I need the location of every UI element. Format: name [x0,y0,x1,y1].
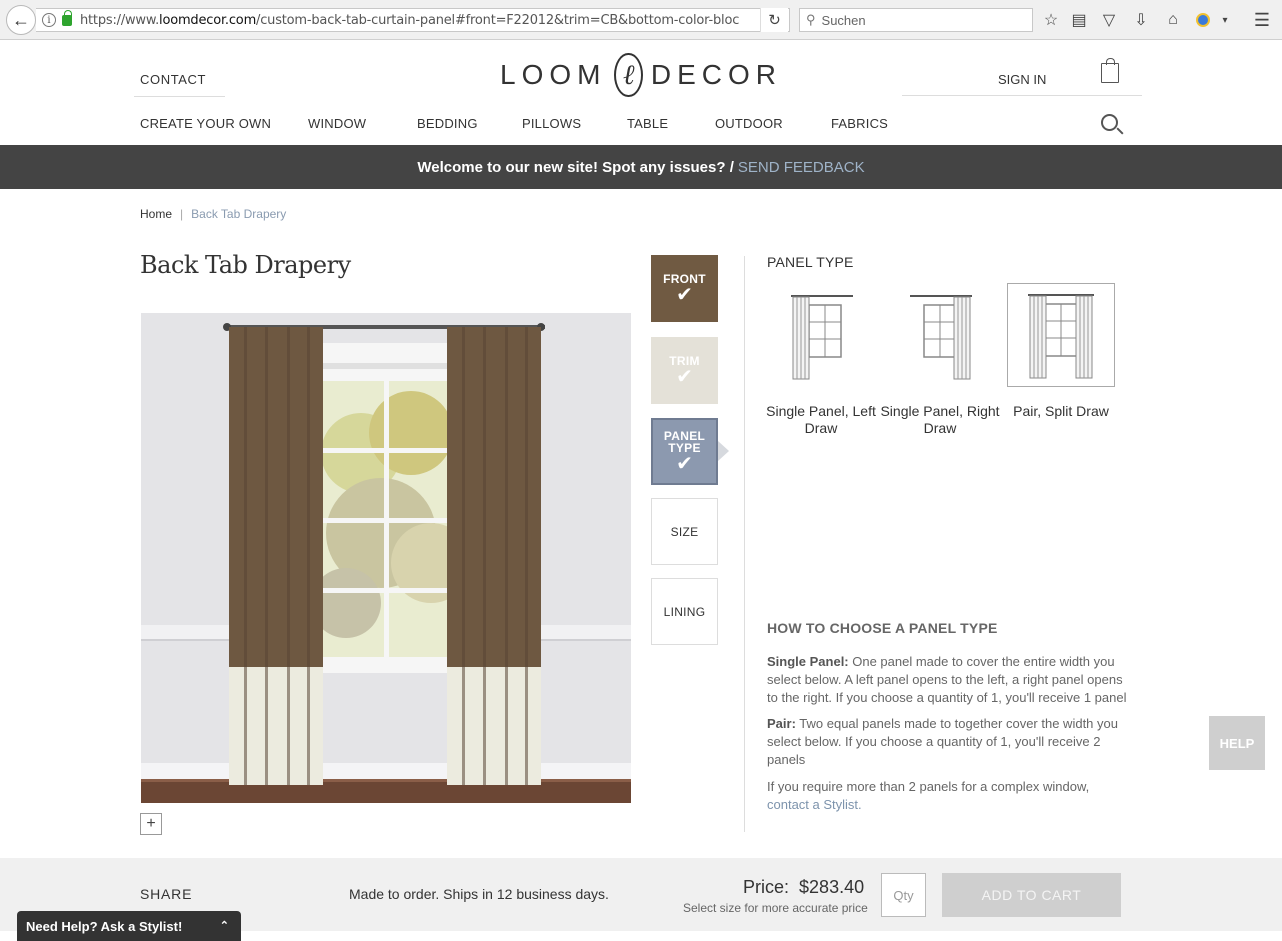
add-to-cart-button[interactable]: ADD TO CART [942,873,1121,917]
step-front[interactable]: FRONT ✔ [651,255,718,322]
step-label: SIZE [670,524,699,539]
divider [134,96,225,97]
pair-text: Two equal panels made to together cover … [767,716,1118,767]
nav-fabrics[interactable]: FABRICS [831,116,888,131]
step-lining[interactable]: LINING [651,578,718,645]
step-size[interactable]: SIZE [651,498,718,565]
pocket-icon[interactable]: ▽ [1099,10,1119,30]
curtain-illustration [141,313,631,803]
complex-text: If you require more than 2 panels for a … [767,779,1090,794]
complex-window-note: If you require more than 2 panels for a … [767,778,1135,814]
bookmark-star-icon[interactable]: ☆ [1041,10,1061,30]
home-icon[interactable]: ⌂ [1163,10,1183,30]
search-icon: ⚲ [806,12,816,27]
pair-label: Pair: [767,716,796,731]
breadcrumb-current[interactable]: Back Tab Drapery [191,207,286,221]
send-feedback-link[interactable]: SEND FEEDBACK [738,159,865,176]
nav-table[interactable]: TABLE [627,116,668,131]
search-placeholder: Suchen [821,12,866,28]
address-bar[interactable]: i https://www.loomdecor.com/custom-back-… [36,8,790,32]
quantity-input[interactable]: Qty [881,873,926,917]
option-label: Single Panel, Right Draw [880,403,1000,436]
nav-outdoor[interactable]: OUTDOOR [715,116,783,131]
breadcrumb-home[interactable]: Home [140,207,172,221]
nav-create-your-own[interactable]: CREATE YOUR OWN [140,116,271,131]
option-pair-split[interactable]: Pair, Split Draw [1007,283,1115,419]
shopping-bag-icon[interactable] [1101,58,1119,83]
url-prefix: https://www. [80,12,160,28]
panel-pair-split-icon [1007,283,1115,387]
reload-icon[interactable]: ↻ [760,8,788,32]
stylist-chat-widget[interactable]: Need Help? Ask a Stylist! ⌃ [17,911,241,941]
banner-text: Welcome to our new site! Spot any issues… [417,158,734,176]
price-value: $283.40 [799,877,865,897]
contact-link[interactable]: CONTACT [140,72,206,87]
panel-left-draw-icon [767,283,875,387]
option-label: Single Panel, Left Draw [766,403,876,436]
extension-icon[interactable] [1193,10,1213,30]
hamburger-menu-icon[interactable]: ☰ [1252,10,1272,30]
help-button[interactable]: HELP [1209,716,1265,770]
checkmark-icon: ✔ [676,283,693,306]
step-label: TRIM [669,353,700,368]
chevron-up-icon: ⌃ [219,920,229,932]
page-title: Back Tab Drapery [140,251,351,279]
step-panel-type[interactable]: PANEL TYPE ✔ [651,418,718,485]
zoom-plus-button[interactable]: + [140,813,162,835]
step-label: PANEL TYPE [663,428,706,455]
step-label: FRONT [663,271,706,286]
download-icon[interactable]: ⇩ [1131,10,1151,30]
divider [902,95,1142,96]
lock-icon [62,9,72,26]
howto-heading: HOW TO CHOOSE A PANEL TYPE [767,620,998,636]
divider [744,256,745,832]
active-step-arrow-icon [718,441,729,461]
shipping-info: Made to order. Ships in 12 business days… [349,886,609,902]
reading-list-icon[interactable]: ▤ [1069,10,1089,30]
breadcrumb: Home | Back Tab Drapery [140,207,286,221]
pair-description: Pair: Two equal panels made to together … [767,715,1135,769]
logo-mark-icon: ℓ [614,53,643,97]
logo-word-right: DECOR [650,59,782,90]
checkmark-icon: ✔ [676,452,693,475]
panel-type-heading: PANEL TYPE [767,254,854,270]
nav-window[interactable]: WINDOW [308,116,366,131]
product-image[interactable] [141,313,631,803]
price-note: Select size for more accurate price [683,901,868,915]
breadcrumb-separator: | [180,207,184,221]
share-link[interactable]: SHARE [140,886,192,902]
info-icon[interactable]: i [42,13,56,27]
nav-pillows[interactable]: PILLOWS [522,116,581,131]
step-trim[interactable]: TRIM ✔ [651,337,718,404]
step-label: LINING [663,604,706,619]
price-label: Price: [743,877,790,897]
panel-right-draw-icon [886,283,994,387]
feedback-banner: Welcome to our new site! Spot any issues… [0,145,1282,189]
back-arrow-icon[interactable]: ← [6,5,36,35]
option-label: Pair, Split Draw [1013,403,1109,419]
extension-menu-icon[interactable]: ▾ [1215,10,1235,30]
browser-search-input[interactable]: ⚲ Suchen [799,8,1033,32]
url-host: loomdecor.com [159,12,257,28]
option-single-left[interactable]: Single Panel, Left Draw [766,283,876,436]
url-text[interactable]: https://www.loomdecor.com/custom-back-ta… [80,13,740,28]
chat-label: Need Help? Ask a Stylist! [26,918,183,934]
browser-toolbar: ← i https://www.loomdecor.com/custom-bac… [0,0,1282,40]
logo-word-left: LOOM [500,59,607,90]
price: Price: $283.40 [743,877,864,898]
sign-in-link[interactable]: SIGN IN [998,72,1046,87]
nav-bedding[interactable]: BEDDING [417,116,478,131]
contact-stylist-link[interactable]: contact a Stylist. [767,797,862,812]
single-panel-label: Single Panel: [767,654,849,669]
site-logo[interactable]: LOOM ℓ DECOR [500,52,782,98]
checkmark-icon: ✔ [676,365,693,388]
url-path: /custom-back-tab-curtain-panel#front=F22… [256,12,740,28]
site-search-icon[interactable] [1101,114,1118,131]
single-panel-description: Single Panel: One panel made to cover th… [767,653,1135,707]
option-single-right[interactable]: Single Panel, Right Draw [880,283,1000,436]
